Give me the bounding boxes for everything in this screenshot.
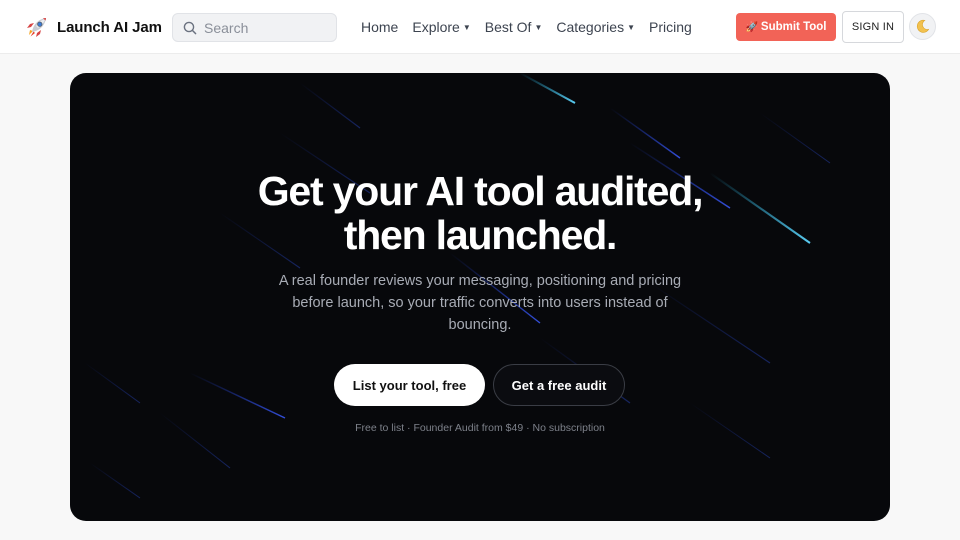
top-navbar: Launch AI Jam Home Explore ▼ Best Of ▼ C… (0, 0, 960, 54)
hero-section: Get your AI tool audited, then launched.… (70, 73, 890, 521)
list-tool-button[interactable]: List your tool, free (334, 364, 485, 406)
nav-home-label: Home (361, 19, 399, 35)
search-input[interactable] (204, 19, 334, 36)
nav-categories[interactable]: Categories ▼ (556, 19, 635, 35)
brand-name: Launch AI Jam (57, 18, 162, 36)
search-icon (183, 21, 197, 34)
nav-categories-label: Categories (556, 19, 625, 35)
hero-title: Get your AI tool audited, then launched. (70, 169, 890, 257)
nav-best-of[interactable]: Best Of ▼ (485, 19, 543, 35)
hero-title-line-1: Get your AI tool audited, (257, 168, 704, 214)
nav-explore[interactable]: Explore ▼ (412, 19, 470, 35)
main-nav: Home Explore ▼ Best Of ▼ Categories ▼ Pr… (361, 18, 706, 36)
nav-explore-label: Explore (412, 19, 460, 35)
caret-down-icon: ▼ (534, 22, 543, 32)
nav-best-of-label: Best Of (484, 19, 532, 35)
nav-pricing-label: Pricing (648, 19, 692, 35)
submit-tool-label: Submit Tool (760, 21, 827, 33)
search-box[interactable] (172, 13, 337, 42)
caret-down-icon: ▼ (462, 22, 471, 32)
moon-icon (916, 19, 930, 33)
rocket-icon: 🚀 (745, 21, 758, 33)
pricing-note: Free to list · Founder Audit from $49 · … (355, 422, 605, 434)
caret-down-icon: ▼ (627, 22, 635, 32)
sign-in-button[interactable]: SIGN IN (842, 11, 904, 43)
hero-title-line-2: then launched. (343, 212, 618, 258)
brand-logo[interactable]: Launch AI Jam (24, 14, 162, 40)
nav-home[interactable]: Home (361, 19, 398, 35)
rocket-icon (27, 18, 46, 37)
free-audit-button[interactable]: Get a free audit (493, 364, 625, 406)
submit-tool-button[interactable]: 🚀 Submit Tool (736, 13, 836, 41)
hero-description: A real founder reviews your messaging, p… (278, 273, 682, 333)
theme-toggle-button[interactable] (909, 13, 936, 40)
nav-pricing[interactable]: Pricing (649, 19, 692, 35)
